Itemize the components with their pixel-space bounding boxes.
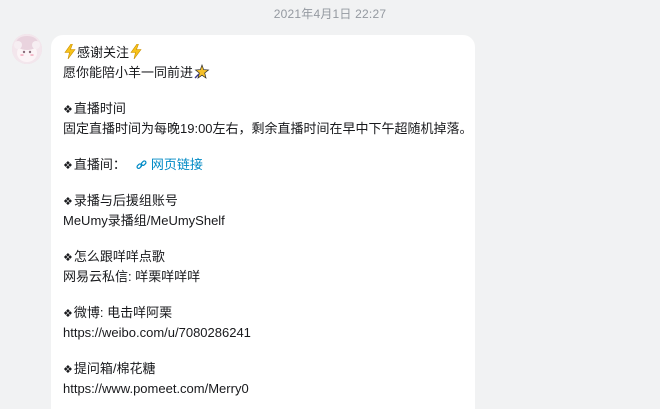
live-room-line: ❖直播间： 网页链接 <box>63 155 463 175</box>
avatar[interactable] <box>12 34 42 64</box>
subtitle-text: 愿你能陪小羊一同前进 <box>63 65 194 80</box>
diamond-bullet-icon: ❖ <box>63 104 73 116</box>
live-room-heading: 直播间： <box>73 157 126 172</box>
lightning-icon <box>64 43 76 65</box>
live-time-text: 固定直播时间为每晚19:00左右，剩余直播时间在早中下午超随机掉落。 <box>63 121 473 136</box>
live-room-link-label: 网页链接 <box>150 157 203 172</box>
record-text: MeUmy录播组/MeUmyShelf <box>63 213 225 228</box>
title-text: 感谢关注 <box>77 45 130 60</box>
diamond-bullet-icon: ❖ <box>63 308 73 320</box>
title-line: 感谢关注 <box>63 43 463 63</box>
record-heading: ❖录播与后援组账号 <box>63 193 178 208</box>
message-timestamp: 2021年4月1日 22:27 <box>273 7 387 21</box>
diamond-bullet-icon: ❖ <box>63 252 73 264</box>
diamond-bullet-icon: ❖ <box>63 160 73 172</box>
link-icon <box>136 157 147 177</box>
weibo-heading: ❖微博: 电击咩阿栗 <box>63 305 173 320</box>
subtitle-line: 愿你能陪小羊一同前进 <box>63 63 463 83</box>
message-bubble: 感谢关注 愿你能陪小羊一同前进 ❖直播时间 固定直播时间为每晚19:00左右，剩… <box>51 35 475 409</box>
weibo-url: https://weibo.com/u/7080286241 <box>63 325 251 340</box>
qbox-url: https://www.pomeet.com/Merry0 <box>63 381 249 396</box>
diamond-bullet-icon: ❖ <box>63 364 73 376</box>
qbox-heading: ❖提问箱/棉花糖 <box>63 361 156 376</box>
chat-window: 2021年4月1日 22:27 感谢关注 愿你能陪小羊一同前进 ❖直播时间 固定… <box>0 0 660 409</box>
lightning-icon <box>130 43 142 65</box>
live-room-link[interactable]: 网页链接 <box>136 157 203 172</box>
sparkle-icon <box>194 63 210 85</box>
song-heading: ❖怎么跟咩咩点歌 <box>63 249 165 264</box>
song-text: 网易云私信: 咩栗咩咩咩 <box>63 269 201 284</box>
diamond-bullet-icon: ❖ <box>63 196 73 208</box>
live-time-heading: ❖直播时间 <box>63 101 126 116</box>
